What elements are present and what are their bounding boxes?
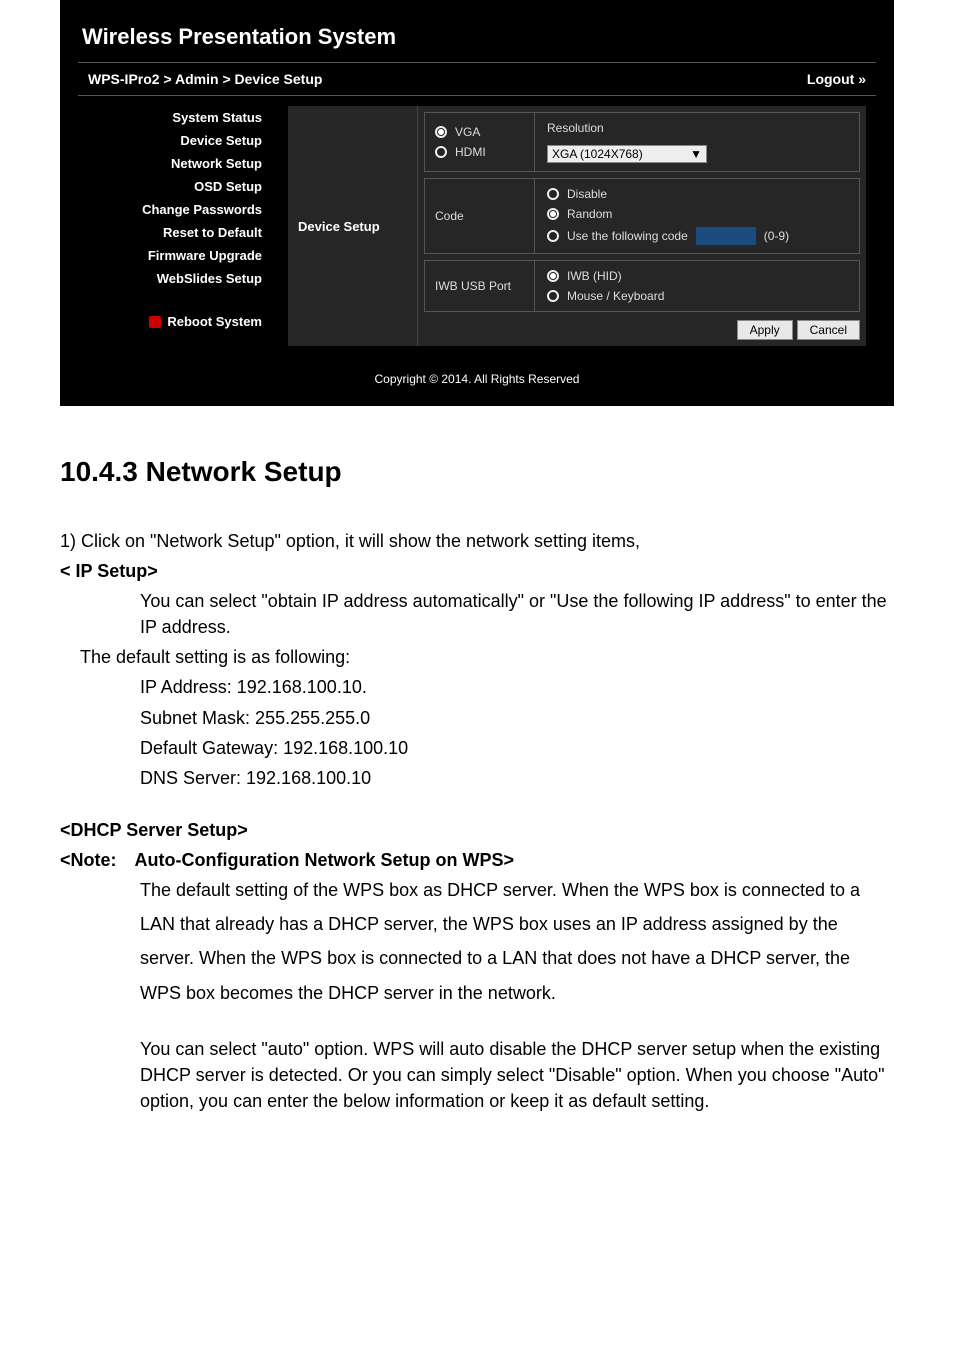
resolution-value: XGA (1024X768)	[552, 147, 643, 161]
radio-hdmi[interactable]: HDMI	[435, 145, 524, 159]
radio-code-disable[interactable]: Disable	[547, 187, 847, 201]
system-title: Wireless Presentation System	[78, 18, 876, 62]
radio-vga[interactable]: VGA	[435, 125, 524, 139]
radio-icon	[435, 126, 447, 138]
logout-link[interactable]: Logout »	[807, 71, 866, 87]
radio-icon	[547, 230, 559, 242]
default-subnet-mask: Subnet Mask: 255.255.255.0	[60, 705, 894, 731]
radio-code-random[interactable]: Random	[547, 207, 847, 221]
sidebar-item-network-setup[interactable]: Network Setup	[78, 152, 278, 175]
device-setup-panel: Device Setup VGA HDMI	[288, 106, 866, 346]
step-1-text: 1) Click on "Network Setup" option, it w…	[60, 528, 894, 554]
code-group: Code Disable Random	[424, 178, 860, 254]
resolution-label: Resolution	[547, 121, 847, 135]
note-body: The default setting of the WPS box as DH…	[60, 873, 894, 1010]
device-setup-screenshot: Wireless Presentation System WPS-IPro2 >…	[60, 0, 894, 406]
radio-code-custom[interactable]: Use the following code (0-9)	[547, 227, 847, 245]
radio-icon	[547, 208, 559, 220]
code-range-hint: (0-9)	[764, 229, 789, 243]
dhcp-setup-label: <DHCP Server Setup>	[60, 817, 894, 843]
note-title: Auto-Configuration Network Setup on WPS>	[135, 847, 514, 873]
code-input[interactable]	[696, 227, 756, 245]
sidebar-item-device-setup[interactable]: Device Setup	[78, 129, 278, 152]
power-icon	[149, 316, 161, 328]
iwb-group: IWB USB Port IWB (HID) Mouse / Keyboard	[424, 260, 860, 312]
sidebar-item-reset-default[interactable]: Reset to Default	[78, 221, 278, 244]
output-resolution-group: VGA HDMI Resolution XGA (1024X7	[424, 112, 860, 172]
default-gateway: Default Gateway: 192.168.100.10	[60, 735, 894, 761]
radio-icon	[547, 188, 559, 200]
code-label: Code	[435, 209, 524, 223]
apply-button[interactable]: Apply	[737, 320, 793, 340]
breadcrumb-bar: WPS-IPro2 > Admin > Device Setup Logout …	[78, 62, 876, 96]
breadcrumb: WPS-IPro2 > Admin > Device Setup	[88, 71, 322, 87]
default-setting-intro: The default setting is as following:	[60, 644, 894, 670]
ip-setup-description: You can select "obtain IP address automa…	[60, 588, 894, 640]
sidebar-item-system-status[interactable]: System Status	[78, 106, 278, 129]
iwb-label: IWB USB Port	[435, 279, 524, 293]
note-prefix: <Note:	[60, 847, 117, 873]
reboot-label: Reboot System	[167, 314, 262, 329]
copyright-text: Copyright © 2014. All Rights Reserved	[78, 358, 876, 388]
section-heading: 10.4.3 Network Setup	[60, 456, 894, 488]
default-ip-address: IP Address: 192.168.100.10.	[60, 674, 894, 700]
admin-sidebar: System Status Device Setup Network Setup…	[78, 96, 278, 358]
sidebar-item-change-passwords[interactable]: Change Passwords	[78, 198, 278, 221]
auto-option-paragraph: You can select "auto" option. WPS will a…	[60, 1036, 894, 1114]
ip-setup-label: < IP Setup>	[60, 558, 894, 584]
resolution-select[interactable]: XGA (1024X768) ▼	[547, 145, 707, 163]
reboot-system-link[interactable]: Reboot System	[78, 314, 278, 329]
radio-mouse-keyboard[interactable]: Mouse / Keyboard	[547, 289, 847, 303]
radio-iwb-hid[interactable]: IWB (HID)	[547, 269, 847, 283]
sidebar-item-firmware-upgrade[interactable]: Firmware Upgrade	[78, 244, 278, 267]
radio-icon	[547, 290, 559, 302]
sidebar-item-osd-setup[interactable]: OSD Setup	[78, 175, 278, 198]
default-dns-server: DNS Server: 192.168.100.10	[60, 765, 894, 791]
cancel-button[interactable]: Cancel	[797, 320, 860, 340]
radio-icon	[435, 146, 447, 158]
sidebar-item-webslides-setup[interactable]: WebSlides Setup	[78, 267, 278, 290]
radio-icon	[547, 270, 559, 282]
chevron-down-icon: ▼	[690, 147, 702, 161]
panel-title: Device Setup	[288, 106, 418, 346]
